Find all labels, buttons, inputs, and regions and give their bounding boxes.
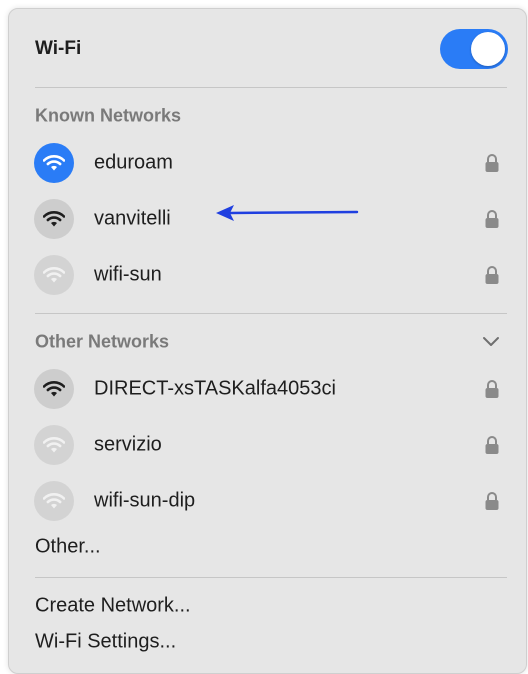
annotation-arrow-icon — [216, 205, 359, 221]
network-name: wifi-sun — [94, 263, 162, 286]
wifi-icon — [34, 481, 74, 521]
lock-icon — [485, 380, 499, 398]
wifi-icon — [34, 369, 74, 409]
lock-icon — [485, 436, 499, 454]
network-name: eduroam — [94, 151, 173, 174]
lock-icon — [485, 210, 499, 228]
network-row-eduroam[interactable]: eduroam — [30, 140, 508, 186]
network-row-direct-xstaskalfa4053ci[interactable]: DIRECT-xsTASKalfa4053ci — [30, 366, 508, 412]
wifi-icon — [34, 199, 74, 239]
network-name: vanvitelli — [94, 207, 171, 230]
other-networks-heading: Other Networks — [35, 331, 170, 352]
create-network-item[interactable]: Create Network... — [35, 595, 191, 618]
wifi-toggle[interactable] — [440, 29, 508, 69]
network-name: DIRECT-xsTASKalfa4053ci — [94, 377, 336, 400]
separator — [35, 87, 507, 88]
toggle-knob — [471, 32, 505, 66]
lock-icon — [485, 492, 499, 510]
wifi-icon — [34, 255, 74, 295]
wifi-settings-item[interactable]: Wi-Fi Settings... — [35, 631, 176, 654]
lock-icon — [485, 154, 499, 172]
network-row-wifi-sun[interactable]: wifi-sun — [30, 252, 508, 298]
network-row-wifi-sun-dip[interactable]: wifi-sun-dip — [30, 478, 508, 524]
wifi-title: Wi-Fi — [35, 38, 82, 59]
lock-icon — [485, 266, 499, 284]
wifi-icon — [34, 143, 74, 183]
network-name: wifi-sun-dip — [94, 489, 196, 512]
separator — [35, 577, 507, 578]
other-network-item[interactable]: Other... — [35, 536, 101, 559]
chevron-down-icon[interactable] — [482, 334, 500, 348]
wifi-icon — [34, 425, 74, 465]
network-name: servizio — [94, 433, 162, 456]
network-row-servizio[interactable]: servizio — [30, 422, 508, 468]
separator — [35, 313, 507, 314]
known-networks-heading: Known Networks — [35, 105, 182, 126]
